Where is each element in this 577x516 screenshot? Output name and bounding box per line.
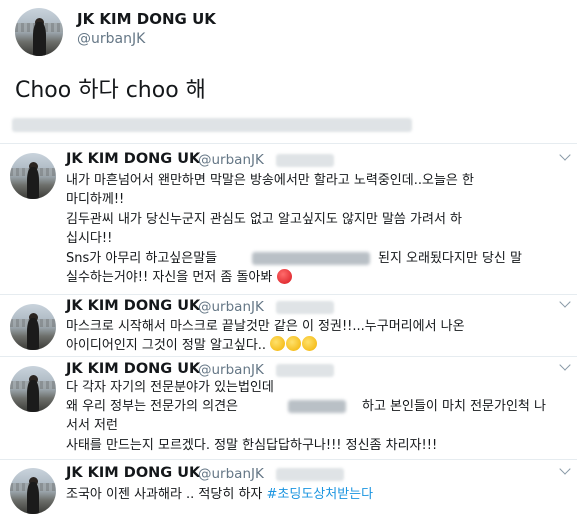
reply-display-name[interactable]: JK KIM DONG UK — [66, 151, 200, 167]
reply-timestamp-redacted — [276, 468, 344, 481]
reply-avatar[interactable] — [10, 366, 56, 412]
reply-display-name[interactable]: JK KIM DONG UK — [66, 361, 200, 377]
reply-line: 왜 우리 정부는 전문가의 의견은 — [66, 399, 239, 414]
reply-line: 마디하께!! — [66, 192, 125, 207]
reply-line: 서서 저런 — [66, 418, 118, 433]
reply-text-redacted — [288, 400, 346, 413]
reply-line: Sns가 아무리 하고싶은말들 — [66, 251, 218, 266]
reply-line: 된지 오래됬다지만 당신 말 — [378, 251, 522, 266]
reply-display-name[interactable]: JK KIM DONG UK — [66, 465, 200, 481]
hashtag-link[interactable]: #초딩도상처받는다 — [267, 487, 374, 502]
reply-handle[interactable]: @urbanJK — [198, 466, 264, 482]
reply-timestamp-redacted — [276, 154, 334, 167]
reply-line-text: 아이디어인지 그것이 정말 알고싶다.. — [66, 338, 267, 353]
angry-face-icon — [276, 269, 292, 284]
main-timestamp-redacted — [12, 118, 412, 132]
reply-line: 마스크로 시작해서 마스크로 끝날것만 같은 이 정권!!...누구머리에서 나… — [66, 319, 465, 334]
reply-display-name[interactable]: JK KIM DONG UK — [66, 298, 200, 314]
reply-avatar[interactable] — [10, 468, 56, 514]
main-avatar[interactable] — [15, 8, 63, 56]
clap-icon — [270, 336, 286, 351]
main-display-name[interactable]: JK KIM DONG UK — [77, 10, 216, 28]
reply-text-redacted — [252, 252, 370, 265]
reply-line-text: 조국아 이젠 사과해라 .. 적당히 하자 — [66, 487, 263, 502]
main-handle[interactable]: @urbanJK — [77, 31, 145, 47]
reply-timestamp-redacted — [276, 364, 334, 377]
reply-line-with-emoji: 실수하는거야!! 자신을 먼저 좀 돌아봐 — [66, 268, 292, 287]
reply-handle[interactable]: @urbanJK — [198, 299, 264, 315]
reply-timestamp-redacted — [276, 301, 334, 314]
chevron-down-icon[interactable] — [559, 296, 571, 308]
reply-line-with-hashtag: 조국아 이젠 사과해라 .. 적당히 하자 #초딩도상처받는다 — [66, 485, 373, 504]
reply-handle[interactable]: @urbanJK — [198, 152, 264, 168]
reply-line: 십시다!! — [66, 231, 113, 246]
reply-line: 다 각자 자기의 전문분야가 있는법인데 — [66, 380, 274, 395]
main-tweet-text: Choo 하다 choo 해 — [15, 78, 206, 103]
chevron-down-icon[interactable] — [559, 463, 571, 475]
reply-avatar[interactable] — [10, 153, 56, 199]
reply-line-text: 실수하는거야!! 자신을 먼저 좀 돌아봐 — [66, 270, 273, 285]
chevron-down-icon[interactable] — [559, 359, 571, 371]
reply-line: 김두관씨 내가 당신누군지 관심도 없고 알고싶지도 않지만 말씀 가려서 하 — [66, 212, 462, 227]
reply-line: 내가 마흔넘어서 왠만하면 막말은 방송에서만 할라고 노력중인데..오늘은 한 — [66, 173, 474, 188]
reply-handle[interactable]: @urbanJK — [198, 362, 264, 378]
reply-line: 사태를 만드는지 모르겠다. 정말 한심답답하구나!!! 정신좀 차리자!!! — [66, 438, 438, 453]
reply-avatar[interactable] — [10, 304, 56, 350]
clap-icon — [302, 336, 318, 351]
chevron-down-icon[interactable] — [559, 149, 571, 161]
clap-icon — [286, 336, 302, 351]
reply-line-with-emoji: 아이디어인지 그것이 정말 알고싶다.. — [66, 336, 318, 355]
reply-line: 하고 본인들이 마치 전문가인척 나 — [362, 399, 546, 414]
